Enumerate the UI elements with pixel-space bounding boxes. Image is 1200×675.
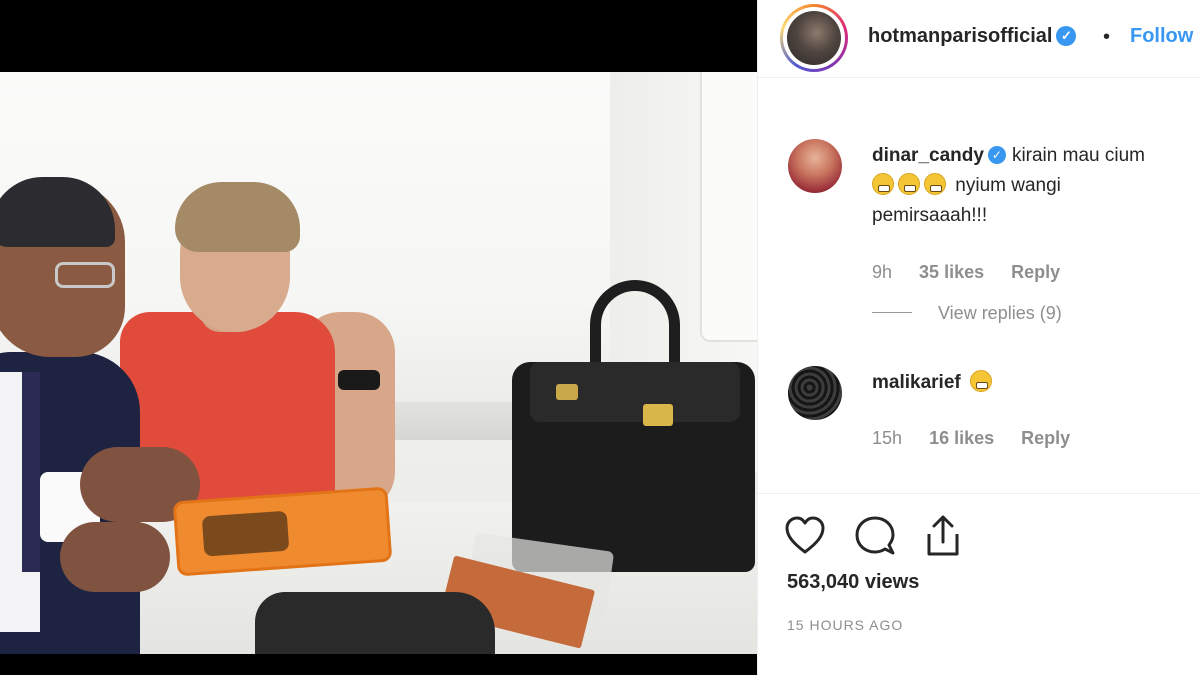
author-avatar[interactable] <box>780 4 848 72</box>
media-bottom-bar <box>0 654 757 675</box>
comment-time[interactable]: 9h <box>872 262 892 282</box>
man-glasses <box>55 262 115 288</box>
handbag-clasp <box>556 384 578 400</box>
reply-button[interactable]: Reply <box>1021 428 1070 448</box>
woman-hair <box>175 182 300 252</box>
wall-panel <box>700 72 757 342</box>
verified-badge-icon: ✓ <box>1056 26 1077 46</box>
post-timestamp[interactable]: 15 HOURS AGO <box>787 617 903 633</box>
comment-line-2: nyium wangi <box>955 175 1061 196</box>
comment-line-3: pemirsaaah!!! <box>872 205 988 226</box>
commenter-avatar[interactable] <box>788 366 842 420</box>
orange-food-tray <box>172 486 393 577</box>
follow-button[interactable]: Follow <box>1130 25 1193 48</box>
comment-line-1: kirain mau cium <box>1011 145 1145 166</box>
grimacing-face-icon <box>924 173 946 195</box>
post-panel: hotmanparisofficial ✓ • Follow dinar_cand… <box>757 0 1200 675</box>
post-media[interactable] <box>0 0 757 675</box>
share-icon[interactable] <box>921 514 965 558</box>
comment-icon[interactable] <box>853 514 897 558</box>
video-frame[interactable] <box>0 72 757 654</box>
comment-username[interactable]: malikarief <box>872 372 961 393</box>
laughing-face-icon <box>970 370 993 392</box>
view-replies-label: View replies (9) <box>938 303 1062 323</box>
wristwatch <box>338 370 380 390</box>
grimacing-face-icon <box>872 173 894 195</box>
grimacing-face-icon <box>898 173 920 195</box>
comment-time[interactable]: 15h <box>872 428 902 448</box>
comment-likes[interactable]: 35 likes <box>919 262 984 282</box>
view-replies-button[interactable]: View replies (9) <box>872 303 1062 324</box>
food <box>201 510 290 557</box>
replies-divider <box>872 312 912 313</box>
comment-meta: 9h 35 likes Reply <box>872 262 1082 283</box>
heart-icon[interactable] <box>783 514 827 558</box>
comment-meta: 15h 16 likes Reply <box>872 428 1092 449</box>
post-header: hotmanparisofficial ✓ • Follow <box>758 0 1200 78</box>
dark-object <box>255 592 495 654</box>
comment-text: malikarief <box>872 368 1200 398</box>
reply-button[interactable]: Reply <box>1011 262 1060 282</box>
comment-username[interactable]: dinar_candy <box>872 145 984 166</box>
actions-divider <box>758 493 1200 494</box>
author-avatar-image <box>787 11 841 65</box>
commenter-avatar[interactable] <box>788 139 842 193</box>
comment-text: dinar_candy ✓ kirain mau cium nyium wangi … <box>872 141 1200 231</box>
author-row: hotmanparisofficial ✓ <box>868 25 1077 48</box>
author-username[interactable]: hotmanparisofficial <box>868 25 1052 47</box>
man-tie <box>22 372 40 572</box>
comment-likes[interactable]: 16 likes <box>929 428 994 448</box>
view-count[interactable]: 563,040 views <box>787 571 919 594</box>
handbag-lock <box>643 404 673 426</box>
man-hand-lower <box>60 522 170 592</box>
avatar-ring-gap <box>783 7 845 69</box>
separator-dot: • <box>1103 26 1111 48</box>
verified-badge-icon: ✓ <box>987 146 1006 164</box>
